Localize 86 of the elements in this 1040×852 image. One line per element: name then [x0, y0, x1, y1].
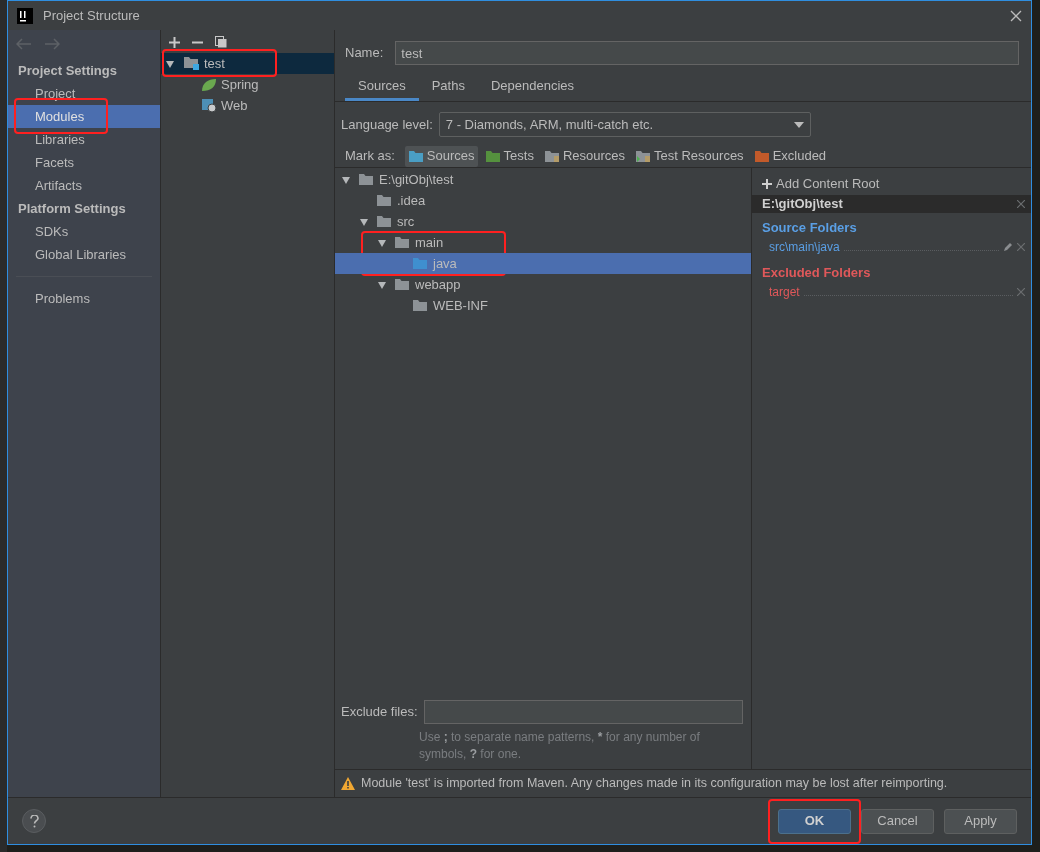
sidebar-section-heading: Platform Settings	[17, 199, 127, 218]
dropdown-caret-icon	[793, 121, 804, 128]
sidebar-item[interactable]: Libraries	[8, 128, 160, 151]
source-tree-row[interactable]: main	[335, 232, 751, 253]
folder-icon	[394, 278, 410, 291]
mark-as-button[interactable]: Sources	[404, 145, 478, 167]
sidebar-item[interactable]: Facets	[8, 151, 160, 174]
folder-label: .idea	[397, 191, 426, 210]
folder-icon	[376, 215, 392, 228]
expand-caret-icon[interactable]	[359, 216, 369, 227]
folder-label: src	[397, 212, 415, 231]
module-folder-icon	[183, 56, 200, 71]
exclude-files-input-field[interactable]	[423, 700, 743, 724]
sidebar-item[interactable]: Modules	[8, 105, 160, 128]
folder-icon	[376, 194, 392, 207]
help-icon	[29, 814, 39, 828]
expand-caret-icon[interactable]	[377, 237, 387, 248]
web-globe-icon	[201, 98, 217, 113]
add-content-root-link[interactable]: Add Content Root	[776, 174, 880, 194]
dialog-button[interactable]: Cancel	[861, 808, 934, 834]
folder-path: src\main\java	[769, 239, 840, 256]
folder-group-title: Excluded Folders	[761, 264, 872, 282]
name-input-field[interactable]: test	[395, 41, 1019, 65]
expand-caret-icon[interactable]	[377, 279, 387, 290]
module-label: Web	[221, 96, 248, 115]
close-icon[interactable]	[1017, 200, 1025, 208]
content-root-header: E:\gitObj\test	[752, 195, 1031, 213]
module-tree-item[interactable]: Web	[161, 95, 334, 116]
folder-label: java	[433, 254, 457, 273]
close-icon[interactable]	[1010, 9, 1022, 22]
folder-icon	[543, 149, 560, 163]
dialog-button[interactable]: Apply	[944, 808, 1017, 834]
module-label: test	[204, 54, 225, 73]
expand-caret-icon[interactable]	[165, 58, 175, 69]
module-label: Spring	[221, 75, 259, 94]
window-title: Project Structure	[43, 6, 140, 25]
folder-label: webapp	[415, 275, 461, 294]
sidebar-item[interactable]: Global Libraries	[8, 243, 160, 266]
exclude-files-label: Exclude files:	[341, 703, 418, 722]
folder-icon	[358, 173, 374, 186]
pencil-icon[interactable]	[1003, 242, 1013, 252]
exclude-files-hint: Use ; to separate name patterns, * for any number of symbols, ? for one.	[418, 729, 701, 763]
expand-caret-icon[interactable]	[341, 174, 351, 185]
sidebar-item[interactable]: Project	[8, 82, 160, 105]
mark-as-label: Mark as:	[345, 147, 395, 166]
app-logo-icon	[17, 7, 33, 24]
mark-as-button[interactable]: Tests	[481, 145, 537, 167]
folder-icon	[407, 149, 424, 163]
sidebar-item[interactable]: SDKs	[8, 220, 160, 243]
sidebar-item[interactable]: Problems	[8, 287, 160, 310]
sidebar-section-heading: Project Settings	[17, 61, 118, 80]
mark-as-button[interactable]: Test Resources	[632, 145, 747, 167]
sidebar-item[interactable]: Artifacts	[8, 174, 160, 197]
folder-icon	[753, 149, 770, 163]
source-tree-row[interactable]: .idea	[335, 190, 751, 211]
dialog-button[interactable]: OK	[778, 808, 851, 834]
source-tree-row[interactable]: E:\gitObj\test	[335, 169, 751, 190]
folder-label: main	[415, 233, 444, 252]
source-tree-row[interactable]: webapp	[335, 274, 751, 295]
plus-icon[interactable]	[762, 179, 772, 189]
folder-group-title: Source Folders	[761, 219, 858, 237]
warning-icon	[341, 777, 355, 790]
language-level-label: Language level:	[341, 115, 433, 134]
folder-icon	[394, 236, 410, 249]
mark-as-button[interactable]: Resources	[540, 145, 629, 167]
copy-icon[interactable]	[215, 36, 227, 48]
name-label: Name:	[345, 44, 384, 63]
module-tree-item[interactable]: Spring	[161, 74, 334, 95]
folder-icon	[412, 299, 428, 312]
tab[interactable]: Sources	[345, 74, 419, 101]
leaf-icon	[201, 77, 217, 92]
warning-message: Module 'test' is imported from Maven. Any changes made in its configuration may be lost after reimporting.	[361, 775, 948, 793]
folder-path: target	[769, 284, 800, 301]
source-tree-row[interactable]: src	[335, 211, 751, 232]
mark-as-button[interactable]: Excluded	[750, 145, 830, 167]
folder-icon	[412, 257, 428, 270]
folder-icon	[484, 149, 501, 163]
help-button[interactable]	[22, 809, 46, 833]
tab[interactable]: Dependencies	[477, 74, 588, 101]
folder-icon	[635, 149, 652, 163]
add-icon[interactable]	[169, 36, 180, 48]
source-tree-row[interactable]: WEB-INF	[335, 295, 751, 316]
folder-label: E:\gitObj\test	[379, 170, 454, 189]
tab[interactable]: Paths	[418, 74, 478, 101]
language-level-dropdown[interactable]: 7 - Diamonds, ARM, multi-catch etc.	[438, 112, 811, 137]
folder-label: WEB-INF	[433, 296, 488, 315]
